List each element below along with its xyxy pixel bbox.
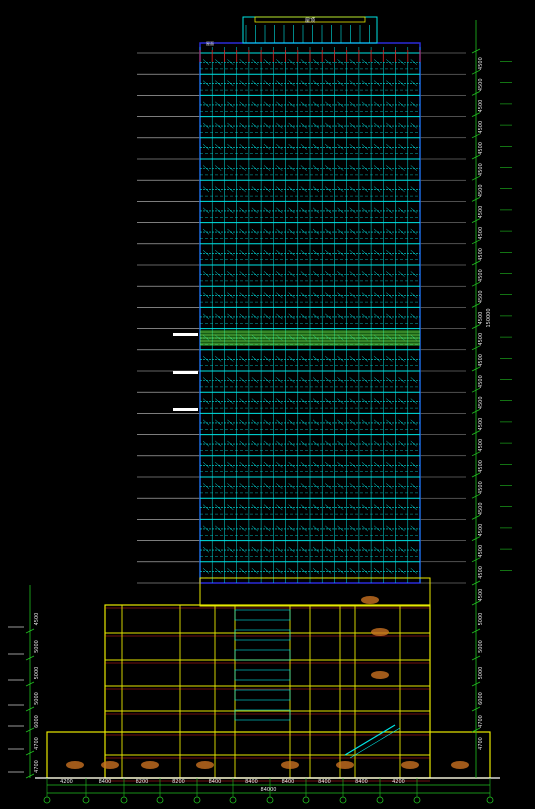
right-dim-value: 4500 (478, 269, 484, 282)
right-dim-value: 4500 (478, 418, 484, 431)
right-dim-value: 4500 (478, 439, 484, 452)
right-dim-value: 4500 (478, 481, 484, 494)
background (0, 0, 535, 809)
cad-elevation-drawing: 4500 4500 4500 4500 4500 4500 4500 4500 4500 4500… (0, 0, 535, 809)
right-dim-value: 4500 (478, 502, 484, 515)
left-dim-value: 4700 (34, 760, 40, 773)
bottom-dim-value: 8400 (99, 779, 112, 785)
furniture-hatch (196, 761, 214, 769)
furniture-hatch (141, 761, 159, 769)
right-dim-value: 4500 (478, 375, 484, 388)
right-dim-value: 4500 (478, 184, 484, 197)
podium-dim-value: 5000 (478, 640, 484, 653)
right-dim-value: 4500 (478, 354, 484, 367)
furniture-hatch (371, 628, 389, 636)
podium-dim-value: 6000 (478, 692, 484, 705)
furniture-hatch (451, 761, 469, 769)
right-dim-value: 4500 (478, 100, 484, 113)
left-dim-value: 4700 (34, 737, 40, 750)
right-dim-value: 4500 (478, 121, 484, 134)
right-dim-value: 4500 (478, 57, 484, 70)
furniture-hatch (101, 761, 119, 769)
roof-label: 屋面 (206, 40, 214, 46)
right-dim-value: 4500 (478, 206, 484, 219)
furniture-hatch (281, 761, 299, 769)
level-tag (173, 371, 198, 374)
bottom-dim-value: 4200 (60, 779, 73, 785)
furniture-hatch (371, 671, 389, 679)
bottom-dim-value: 8200 (172, 779, 185, 785)
bottom-dim-value: 8400 (318, 779, 331, 785)
level-tag (173, 333, 198, 336)
total-height-value: 150000 (486, 308, 492, 327)
right-dim-value: 4500 (478, 312, 484, 325)
right-dim-value: 4500 (478, 524, 484, 537)
left-dim-value: 5000 (34, 640, 40, 653)
right-dim-value: 4500 (478, 333, 484, 346)
furniture-hatch (336, 761, 354, 769)
right-dim-value: 4500 (478, 545, 484, 558)
right-dim-value: 4500 (478, 227, 484, 240)
bottom-dim-value: 8400 (245, 779, 258, 785)
right-dim-value: 4500 (478, 248, 484, 261)
left-dim-value: 5000 (34, 692, 40, 705)
podium-dim-value: 5000 (478, 613, 484, 626)
furniture-hatch (66, 761, 84, 769)
furniture-hatch (361, 596, 379, 604)
left-dim-value: 4500 (34, 613, 40, 626)
right-dim-value: 4500 (478, 290, 484, 303)
right-dim-value: 4500 (478, 163, 484, 176)
podium-dim-value: 5000 (478, 667, 484, 680)
bottom-dim-value: 8200 (136, 779, 149, 785)
crown-label: 屋顶 (305, 18, 315, 24)
bottom-dim-value: 4200 (392, 779, 405, 785)
bottom-dim-value: 8400 (209, 779, 222, 785)
podium-dim-value: 4700 (478, 737, 484, 750)
podium-dim-value: 4700 (478, 715, 484, 728)
podium-dim-value: 4500 (478, 589, 484, 602)
left-dim-value: 5000 (34, 667, 40, 680)
bottom-total-value: 84000 (261, 787, 277, 793)
right-dim-value: 4500 (478, 142, 484, 155)
bottom-dim-value: 8400 (282, 779, 295, 785)
right-dim-value: 4500 (478, 396, 484, 409)
right-dim-value: 4500 (478, 566, 484, 579)
furniture-hatch (401, 761, 419, 769)
bottom-dim-value: 8400 (355, 779, 368, 785)
building-elevation-svg: 4500 4500 4500 4500 4500 4500 4500 4500 4500 4500… (0, 0, 535, 809)
left-dim-value: 6000 (34, 715, 40, 728)
level-tag (173, 408, 198, 411)
right-dim-value: 4500 (478, 460, 484, 473)
right-dim-value: 4500 (478, 78, 484, 91)
